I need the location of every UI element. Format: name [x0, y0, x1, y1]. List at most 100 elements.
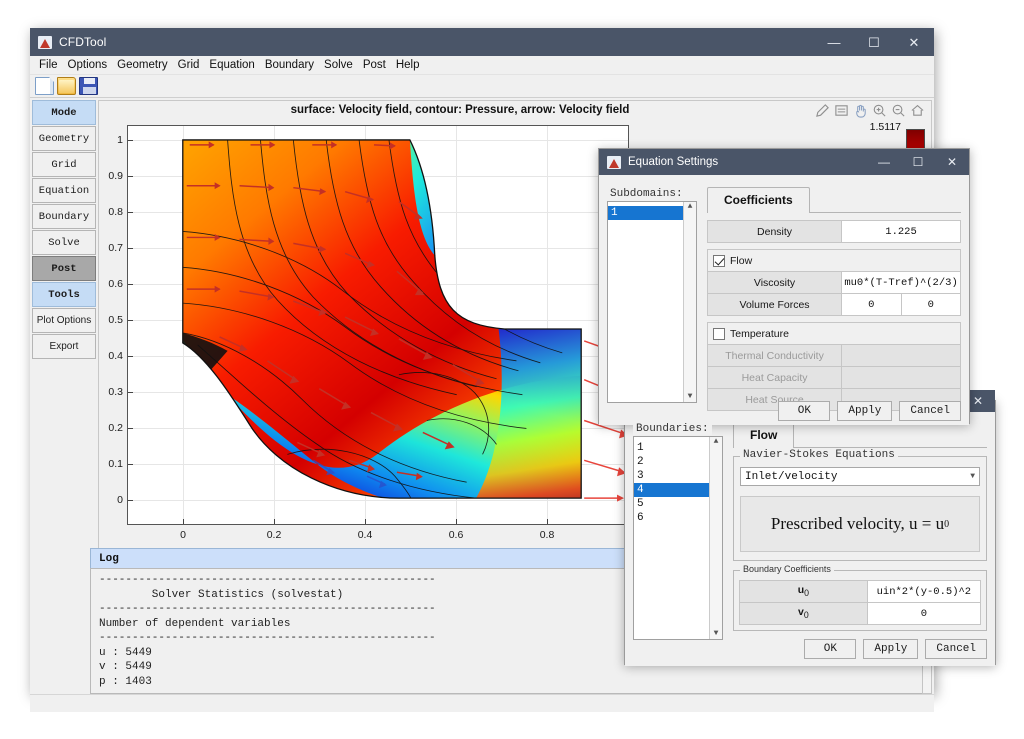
sidebar-item-equation[interactable]: Equation — [32, 178, 96, 203]
temperature-label: Temperature — [730, 328, 789, 340]
boundaries-scrollbar[interactable]: ▲▼ — [709, 437, 722, 639]
boundary-coefficients-table: u0 uin*2*(y-0.5)^2 v0 0 — [739, 580, 981, 625]
status-bar — [30, 694, 934, 712]
boundary-coefficients-group: Boundary Coefficients u0 uin*2*(y-0.5)^2 — [733, 570, 987, 631]
flow-label: Flow — [730, 255, 752, 267]
menu-item-options[interactable]: Options — [63, 56, 113, 75]
close-button[interactable]: ✕ — [894, 28, 934, 56]
ytick-label: 0.2 — [108, 422, 123, 434]
flow-checkbox[interactable] — [713, 255, 725, 267]
density-label: Density — [708, 221, 842, 243]
equation-cancel-button[interactable]: Cancel — [899, 401, 961, 421]
boundaries-listbox[interactable]: 1 2 3 4 5 6 ▲▼ — [633, 436, 723, 640]
menu-item-post[interactable]: Post — [358, 56, 391, 75]
volume-forces-x-input[interactable]: 0 — [842, 294, 901, 316]
plot-axes[interactable]: 1 0.9 0.8 0.7 0.6 0.5 0.4 0.3 0.2 0.1 0 … — [127, 125, 629, 525]
menu-item-file[interactable]: File — [34, 56, 63, 75]
open-folder-icon[interactable] — [57, 77, 76, 95]
equation-button-row: OK Apply Cancel — [778, 401, 961, 421]
boundary-dialog-body: Boundaries: 1 2 3 4 5 6 ▲▼ Flow — [625, 412, 995, 666]
u0-label: u0 — [740, 581, 868, 603]
tab-flow[interactable]: Flow — [733, 422, 794, 448]
equation-dialog-title: Equation Settings — [628, 156, 718, 168]
save-icon[interactable] — [79, 77, 98, 95]
temperature-checkbox[interactable] — [713, 328, 725, 340]
ytick-label: 1 — [117, 134, 123, 146]
main-titlebar: CFDTool — ☐ ✕ — [30, 28, 934, 56]
equation-settings-dialog: Equation Settings — ☐ ✕ Subdomains: 1 ▲▼ — [598, 148, 970, 424]
pan-icon[interactable] — [853, 103, 868, 118]
sidebar-item-solve[interactable]: Solve — [32, 230, 96, 255]
ytick-label: 0.4 — [108, 350, 123, 362]
minimize-button[interactable]: — — [814, 28, 854, 56]
table-row: v0 0 — [740, 603, 981, 625]
xtick-label: 0.8 — [540, 529, 555, 541]
ytick-label: 0.1 — [108, 458, 123, 470]
boundary-cancel-button[interactable]: Cancel — [925, 639, 987, 659]
subdomains-scrollbar[interactable]: ▲▼ — [683, 202, 696, 402]
app-title: CFDTool — [59, 35, 106, 49]
menu-item-grid[interactable]: Grid — [173, 56, 205, 75]
table-row: u0 uin*2*(y-0.5)^2 — [740, 581, 981, 603]
table-row: Density 1.225 — [708, 221, 961, 243]
app-logo-icon — [38, 36, 52, 49]
maximize-button[interactable]: ☐ — [854, 28, 894, 56]
ytick-label: 0.6 — [108, 278, 123, 290]
boundary-coefficients-label: Boundary Coefficients — [740, 564, 834, 574]
zoom-out-icon[interactable] — [891, 103, 906, 118]
sidebar-item-geometry[interactable]: Geometry — [32, 126, 96, 151]
table-row: Heat Capacity — [708, 367, 961, 389]
volume-forces-y-input[interactable]: 0 — [901, 294, 960, 316]
density-input[interactable]: 1.225 — [842, 221, 961, 243]
boundary-equation-display: Prescribed velocity, u = u0 — [740, 496, 980, 552]
flow-checkbox-row[interactable]: Flow — [707, 249, 961, 271]
equation-ok-button[interactable]: OK — [778, 401, 830, 421]
menu-item-boundary[interactable]: Boundary — [260, 56, 319, 75]
sidebar-item-export[interactable]: Export — [32, 334, 96, 359]
sidebar-item-grid[interactable]: Grid — [32, 152, 96, 177]
zoom-in-icon[interactable] — [872, 103, 887, 118]
v0-input[interactable]: 0 — [867, 603, 980, 625]
legend-icon[interactable] — [834, 103, 849, 118]
menu-item-equation[interactable]: Equation — [204, 56, 259, 75]
sidebar-item-plot-options[interactable]: Plot Options — [32, 308, 96, 333]
boundary-equation-subscript: 0 — [944, 519, 949, 530]
subdomains-label: Subdomains: — [607, 188, 686, 200]
equation-dialog-logo-icon — [607, 156, 621, 169]
boundary-button-row: OK Apply Cancel — [804, 639, 987, 659]
ytick-label: 0.9 — [108, 170, 123, 182]
boundary-settings-dialog: ✕ Boundaries: 1 2 3 4 5 6 ▲▼ — [624, 400, 996, 665]
table-row: Volume Forces 0 0 — [708, 294, 961, 316]
boundaries-label: Boundaries: — [633, 423, 712, 435]
ytick-label: 0.3 — [108, 386, 123, 398]
menu-item-help[interactable]: Help — [391, 56, 425, 75]
sidebar-item-boundary[interactable]: Boundary — [32, 204, 96, 229]
equation-close-button[interactable]: ✕ — [935, 149, 969, 175]
tab-coefficients[interactable]: Coefficients — [707, 187, 810, 213]
boundary-apply-button[interactable]: Apply — [863, 639, 918, 659]
heat-capacity-input — [842, 367, 961, 389]
table-row: Viscosity mu0*(T-Tref)^(2/3) — [708, 272, 961, 294]
menu-bar: File Options Geometry Grid Equation Boun… — [30, 56, 934, 75]
boundary-ok-button[interactable]: OK — [804, 639, 856, 659]
menu-item-solve[interactable]: Solve — [319, 56, 358, 75]
menu-item-geometry[interactable]: Geometry — [112, 56, 173, 75]
subdomains-listbox[interactable]: 1 ▲▼ — [607, 201, 697, 403]
sidebar-item-post[interactable]: Post — [32, 256, 96, 281]
sidebar-header-mode: Mode — [32, 100, 96, 125]
heat-capacity-label: Heat Capacity — [708, 367, 842, 389]
equation-minimize-button[interactable]: — — [867, 149, 901, 175]
xtick-label: 0.6 — [449, 529, 464, 541]
u0-input[interactable]: uin*2*(y-0.5)^2 — [867, 581, 980, 603]
equation-apply-button[interactable]: Apply — [837, 401, 892, 421]
xtick-label: 0.2 — [267, 529, 282, 541]
viscosity-input[interactable]: mu0*(T-Tref)^(2/3) — [842, 272, 961, 294]
home-icon[interactable] — [910, 103, 925, 118]
edit-plot-icon[interactable] — [815, 103, 830, 118]
cfd-surface-plot — [128, 126, 628, 524]
colorbar-max-label: 1.5117 — [870, 121, 901, 133]
new-file-icon[interactable] — [35, 77, 54, 95]
temperature-checkbox-row[interactable]: Temperature — [707, 322, 961, 344]
equation-maximize-button[interactable]: ☐ — [901, 149, 935, 175]
boundary-condition-select[interactable]: Inlet/velocity ▼ — [740, 467, 980, 486]
